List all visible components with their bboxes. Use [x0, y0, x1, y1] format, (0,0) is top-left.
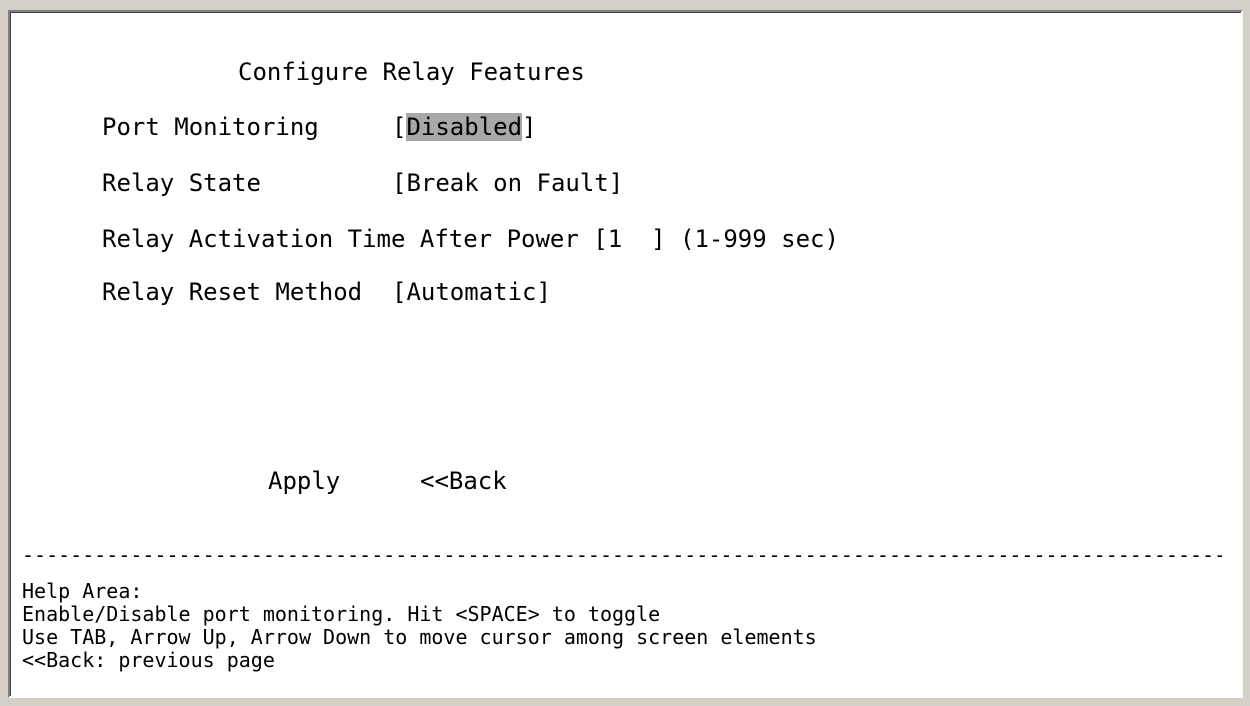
help-line-3: <<Back: previous page	[22, 648, 275, 672]
screen-title: Configure Relay Features	[238, 58, 585, 86]
apply-button[interactable]: Apply	[268, 467, 340, 495]
help-line-2: Use TAB, Arrow Up, Arrow Down to move cu…	[22, 625, 817, 649]
port-monitoring-open-bracket: [	[392, 113, 407, 141]
relay-reset-field[interactable]: [Automatic]	[392, 278, 551, 306]
relay-state-field[interactable]: [Break on Fault]	[392, 169, 623, 197]
terminal-screen: Configure Relay Features Port Monitoring…	[8, 10, 1243, 698]
port-monitoring-label: Port Monitoring	[102, 113, 319, 141]
help-divider: ----------------------------------------…	[22, 544, 1222, 566]
relay-activation-close-bracket: ]	[651, 225, 666, 253]
relay-reset-label: Relay Reset Method	[102, 278, 363, 306]
help-line-1: Enable/Disable port monitoring. Hit <SPA…	[22, 602, 661, 626]
relay-activation-input[interactable]: 1	[608, 225, 651, 253]
relay-activation-row: Relay Activation Time After Power [1 ] (…	[102, 225, 839, 253]
relay-activation-label: Relay Activation Time After Power	[102, 225, 579, 253]
port-monitoring-close-bracket: ]	[522, 113, 537, 141]
relay-activation-hint: (1-999 sec)	[680, 225, 839, 253]
help-title: Help Area:	[22, 579, 143, 603]
port-monitoring-field[interactable]: [Disabled]	[392, 113, 537, 141]
relay-activation-open-bracket: [	[593, 225, 608, 253]
port-monitoring-value[interactable]: Disabled	[406, 113, 523, 141]
relay-state-label: Relay State	[102, 169, 261, 197]
back-button[interactable]: <<Back	[420, 467, 507, 495]
help-area: Help Area: Enable/Disable port monitoring…	[22, 580, 817, 672]
